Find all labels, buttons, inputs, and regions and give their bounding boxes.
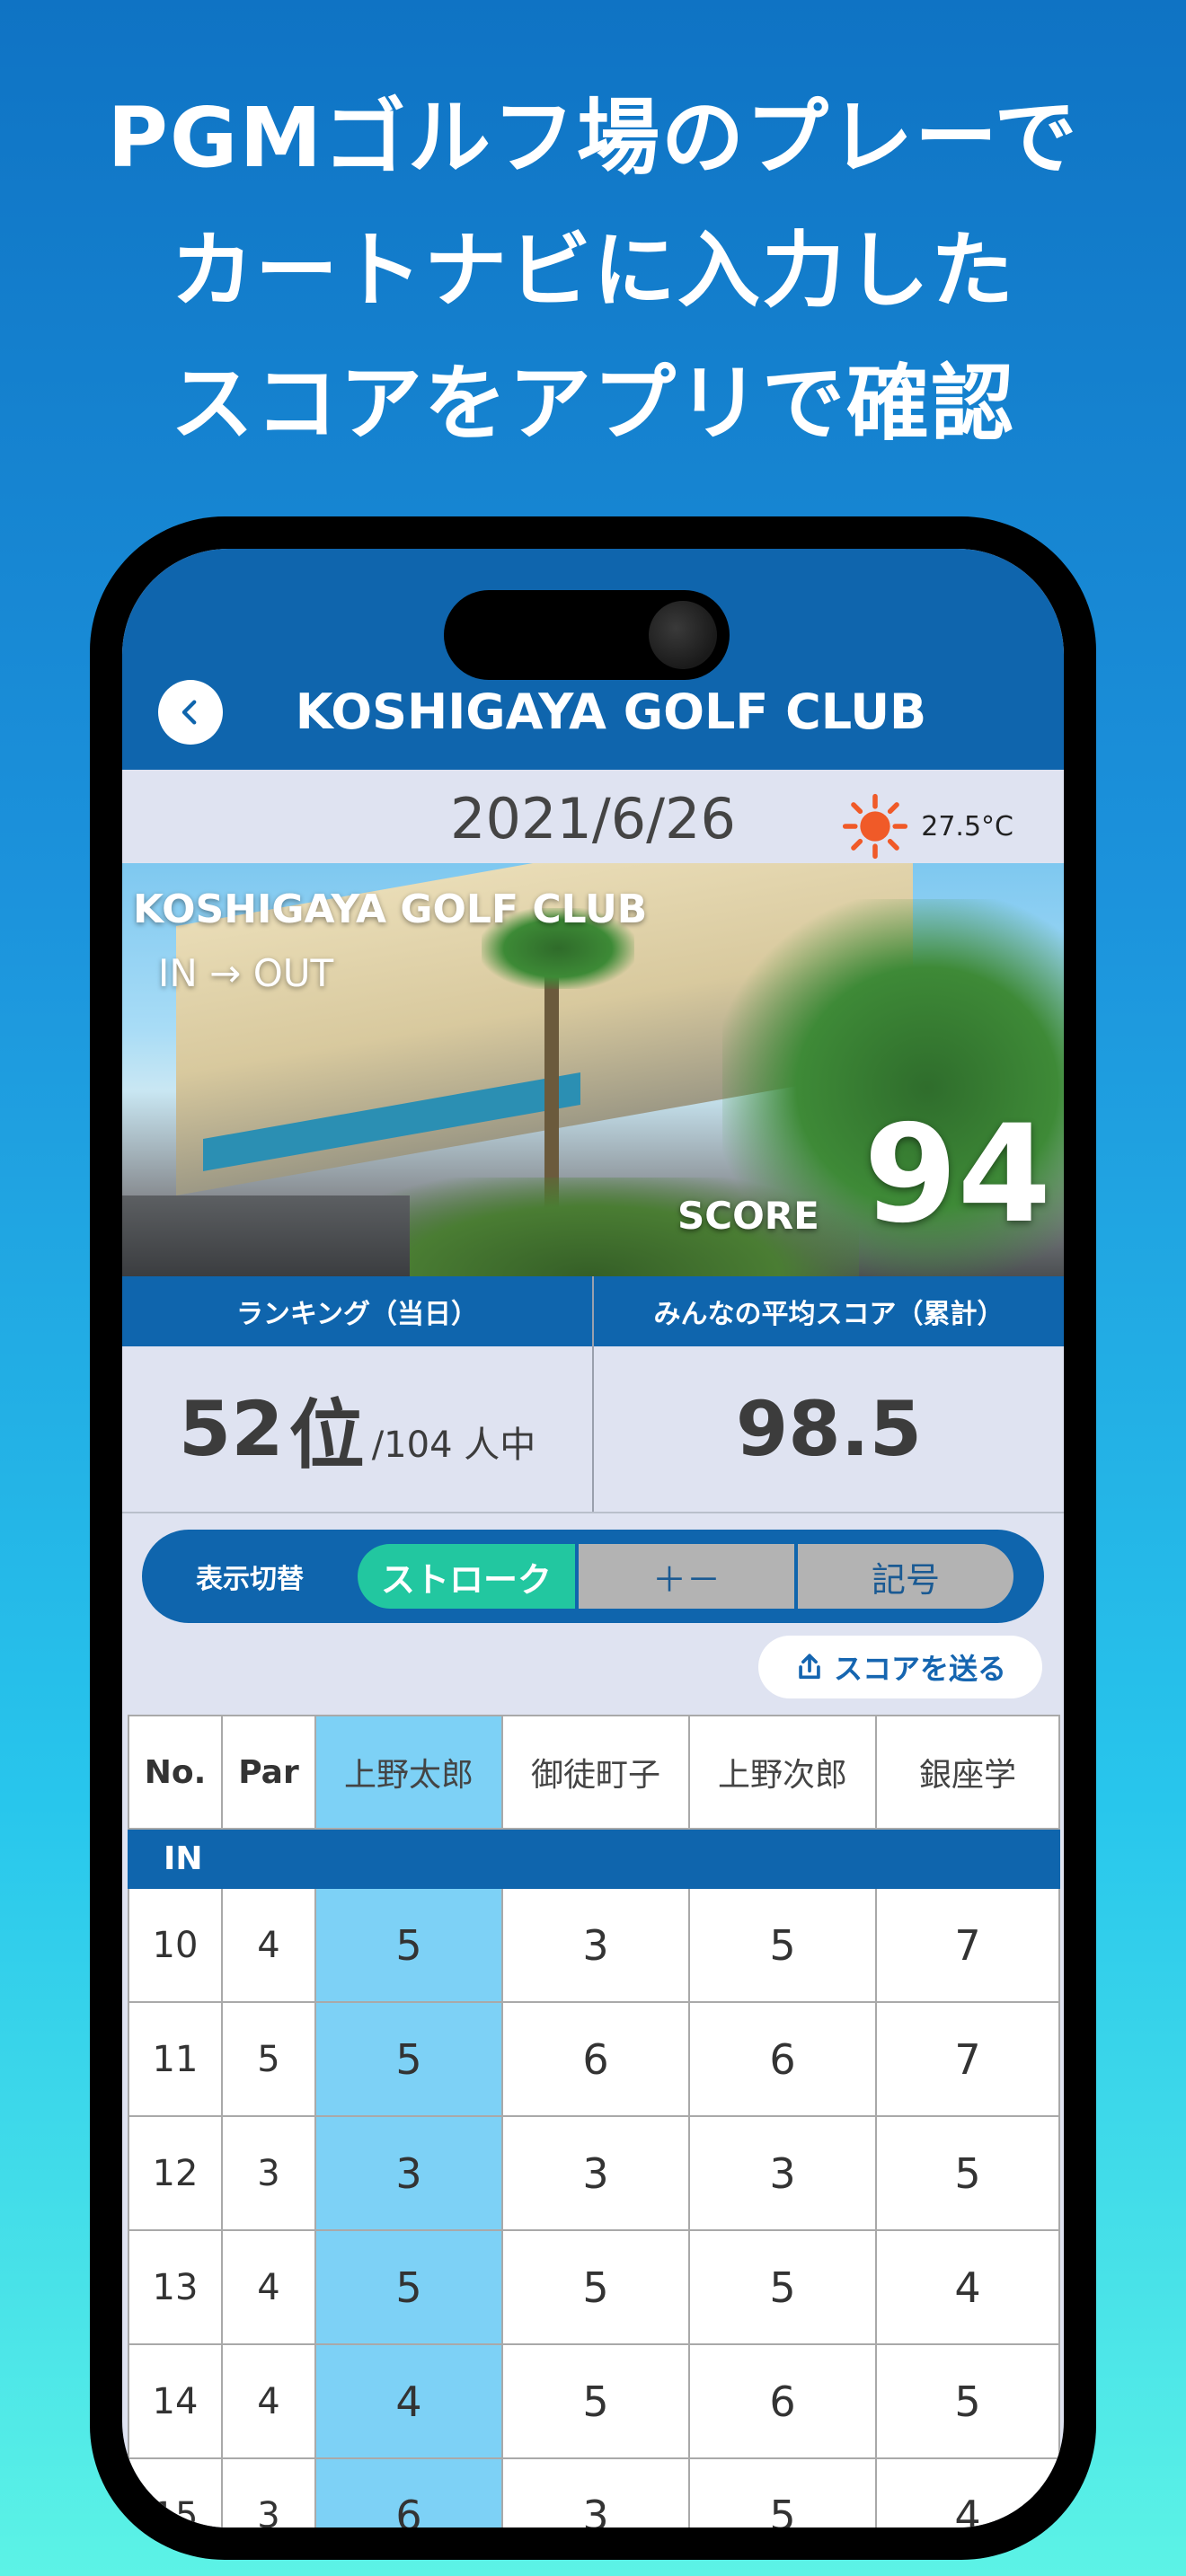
score-value: 94 — [863, 1097, 1051, 1253]
ranking-stat: ランキング（当日） 52 位 /104 人中 — [122, 1276, 592, 1512]
table-row: 11 5 5 6 6 7 — [128, 2001, 1060, 2117]
stats-panel: ランキング（当日） 52 位 /104 人中 みんなの平均スコア（累計） 98.… — [122, 1276, 1064, 1512]
cell-score: 6 — [688, 2343, 877, 2459]
send-score-label: スコアを送る — [833, 1652, 1006, 1686]
header-no: No. — [128, 1715, 223, 1830]
score-table: No. Par 上野太郎 御徒町子 上野次郎 銀座学 IN 10 4 5 3 5 — [128, 1715, 1060, 2527]
share-icon — [799, 1654, 820, 1680]
cell-score: 3 — [501, 2115, 690, 2231]
ranking-value: 52 — [178, 1385, 284, 1473]
average-body: 98.5 — [594, 1346, 1064, 1512]
display-toggle-label: 表示切替 — [196, 1564, 304, 1595]
camera-lens — [649, 601, 717, 669]
cell-score: 5 — [875, 2343, 1060, 2459]
cell-score: 7 — [875, 1887, 1060, 2003]
table-row: 15 3 6 3 5 4 — [128, 2457, 1060, 2527]
cell-score: 5 — [314, 1887, 503, 2003]
score-label: SCORE — [677, 1194, 819, 1238]
cell-par: 4 — [221, 2343, 316, 2459]
display-toggle: 表示切替 ストローク ＋－ 記号 — [142, 1530, 1044, 1623]
toggle-plus-minus[interactable]: ＋－ — [575, 1544, 794, 1609]
cell-score: 4 — [875, 2229, 1060, 2345]
cell-score: 3 — [314, 2115, 503, 2231]
table-row: 10 4 5 3 5 7 — [128, 1887, 1060, 2003]
header-player-3[interactable]: 上野次郎 — [688, 1715, 877, 1830]
sun-icon — [843, 793, 908, 860]
average-label: みんなの平均スコア（累計） — [594, 1276, 1064, 1346]
headline-line-3: スコアをアプリで確認 — [170, 356, 1015, 452]
cell-score: 5 — [501, 2229, 690, 2345]
divider — [122, 1512, 1064, 1513]
cell-score: 5 — [688, 2457, 877, 2527]
cell-hole: 14 — [128, 2343, 223, 2459]
headline-line-2: カートナビに入力した — [170, 223, 1015, 319]
cell-score: 3 — [688, 2115, 877, 2231]
cell-score: 4 — [875, 2457, 1060, 2527]
cell-hole: 12 — [128, 2115, 223, 2231]
toggle-stroke[interactable]: ストローク — [358, 1544, 575, 1609]
cell-par: 3 — [221, 2115, 316, 2231]
weather: 27.5°C — [842, 793, 1013, 860]
cell-score: 7 — [875, 2001, 1060, 2117]
temperature: 27.5°C — [921, 810, 1013, 842]
cell-score: 3 — [501, 2457, 690, 2527]
headline: PGMゴルフ場のプレーで カートナビに入力した スコアをアプリで確認 — [0, 72, 1186, 471]
cell-score: 6 — [501, 2001, 690, 2117]
header-par: Par — [221, 1715, 316, 1830]
cell-score: 5 — [314, 2001, 503, 2117]
cell-score: 5 — [314, 2229, 503, 2345]
cell-score: 5 — [688, 1887, 877, 2003]
dynamic-island — [444, 590, 730, 680]
photo-club-name: KOSHIGAYA GOLF CLUB — [133, 887, 648, 932]
phone-frame: KOSHIGAYA GOLF CLUB 2021/6/26 27.5°C KOS… — [90, 516, 1096, 2560]
headline-line-1: PGMゴルフ場のプレーで — [107, 90, 1079, 186]
photo-road — [122, 1195, 410, 1276]
average-value: 98.5 — [735, 1385, 923, 1473]
photo-route: IN → OUT — [158, 951, 334, 995]
cell-score: 5 — [501, 2343, 690, 2459]
cell-score: 6 — [688, 2001, 877, 2117]
cell-score: 4 — [314, 2343, 503, 2459]
toggle-symbol[interactable]: 記号 — [794, 1544, 1013, 1609]
cell-par: 5 — [221, 2001, 316, 2117]
table-header-row: No. Par 上野太郎 御徒町子 上野次郎 銀座学 — [128, 1715, 1060, 1830]
page-title: KOSHIGAYA GOLF CLUB — [295, 684, 927, 740]
average-stat: みんなの平均スコア（累計） 98.5 — [592, 1276, 1064, 1512]
ranking-label: ランキング（当日） — [122, 1276, 592, 1346]
table-row: 13 4 5 5 5 4 — [128, 2229, 1060, 2345]
header-player-4[interactable]: 銀座学 — [875, 1715, 1060, 1830]
cell-par: 4 — [221, 1887, 316, 2003]
ranking-total: /104 人中 — [371, 1425, 536, 1466]
ranking-body: 52 位 /104 人中 — [122, 1346, 592, 1512]
section-row: IN — [128, 1828, 1060, 1889]
cell-par: 4 — [221, 2229, 316, 2345]
send-score-button[interactable]: スコアを送る — [758, 1636, 1042, 1698]
cell-score: 3 — [501, 1887, 690, 2003]
header-player-2[interactable]: 御徒町子 — [501, 1715, 690, 1830]
cell-hole: 13 — [128, 2229, 223, 2345]
cell-hole: 15 — [128, 2457, 223, 2527]
cell-score: 6 — [314, 2457, 503, 2527]
header-player-1[interactable]: 上野太郎 — [314, 1715, 503, 1830]
course-photo: KOSHIGAYA GOLF CLUB IN → OUT SCORE 94 — [122, 863, 1064, 1276]
cell-par: 3 — [221, 2457, 316, 2527]
cell-score: 5 — [875, 2115, 1060, 2231]
table-row: 14 4 4 5 6 5 — [128, 2343, 1060, 2459]
ranking-unit: 位 — [288, 1390, 365, 1479]
cell-score: 5 — [688, 2229, 877, 2345]
table-row: 12 3 3 3 3 5 — [128, 2115, 1060, 2231]
section-label: IN — [128, 1828, 1060, 1889]
cell-hole: 10 — [128, 1887, 223, 2003]
date-bar: 2021/6/26 27.5°C — [122, 770, 1064, 863]
app-screen: KOSHIGAYA GOLF CLUB 2021/6/26 27.5°C KOS… — [122, 549, 1064, 2527]
cell-hole: 11 — [128, 2001, 223, 2117]
